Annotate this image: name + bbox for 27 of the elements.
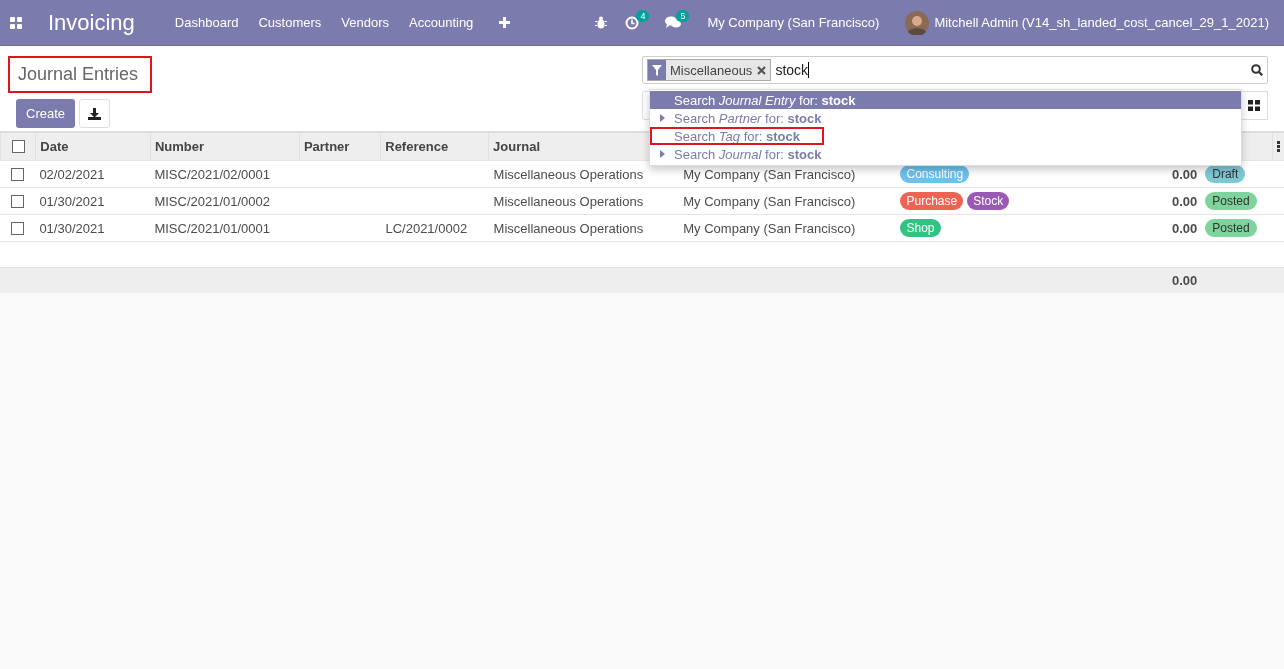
table-cell-text: LC/2021/0002 xyxy=(384,219,469,238)
table-cell-text: MISC/2021/01/0002 xyxy=(153,192,272,211)
page-title: Journal Entries xyxy=(8,56,153,93)
table-cell-text: 0.00 xyxy=(1170,165,1199,184)
table-cell-text: My Company (San Francisco) xyxy=(682,165,857,184)
table-cell-text: My Company (San Francisco) xyxy=(682,192,857,211)
notification-badge: 5 xyxy=(676,10,690,22)
table-cell-text: Miscellaneous Operations xyxy=(492,219,645,238)
table-cell-text: 02/02/2021 xyxy=(38,165,106,184)
table-cell-text: MISC/2021/01/0001 xyxy=(153,219,272,238)
table-cell-text: My Company (San Francisco) xyxy=(682,219,857,238)
table-cell-text: 01/30/2021 xyxy=(38,192,106,211)
tag: Shop xyxy=(900,219,941,237)
search-input-text: stock xyxy=(775,62,809,78)
status-badge: Posted xyxy=(1205,192,1257,210)
table-cell-text: 0.00 xyxy=(1170,219,1199,238)
notification-badge: 4 xyxy=(636,9,650,22)
table-cell-text: Miscellaneous Operations xyxy=(492,192,645,211)
table-cell-text: MISC/2021/02/0001 xyxy=(153,165,272,184)
table-cell-text: Miscellaneous Operations xyxy=(492,165,645,184)
status-badge: Posted xyxy=(1205,219,1257,237)
table-cell-text: 0.00 xyxy=(1170,192,1199,211)
tag: Stock xyxy=(967,192,1010,210)
footer-total: 0.00 xyxy=(1170,272,1199,290)
facet-label: Miscellaneous xyxy=(669,62,754,78)
table-cell-text: 01/30/2021 xyxy=(38,219,106,238)
tag: Purchase xyxy=(900,192,964,210)
